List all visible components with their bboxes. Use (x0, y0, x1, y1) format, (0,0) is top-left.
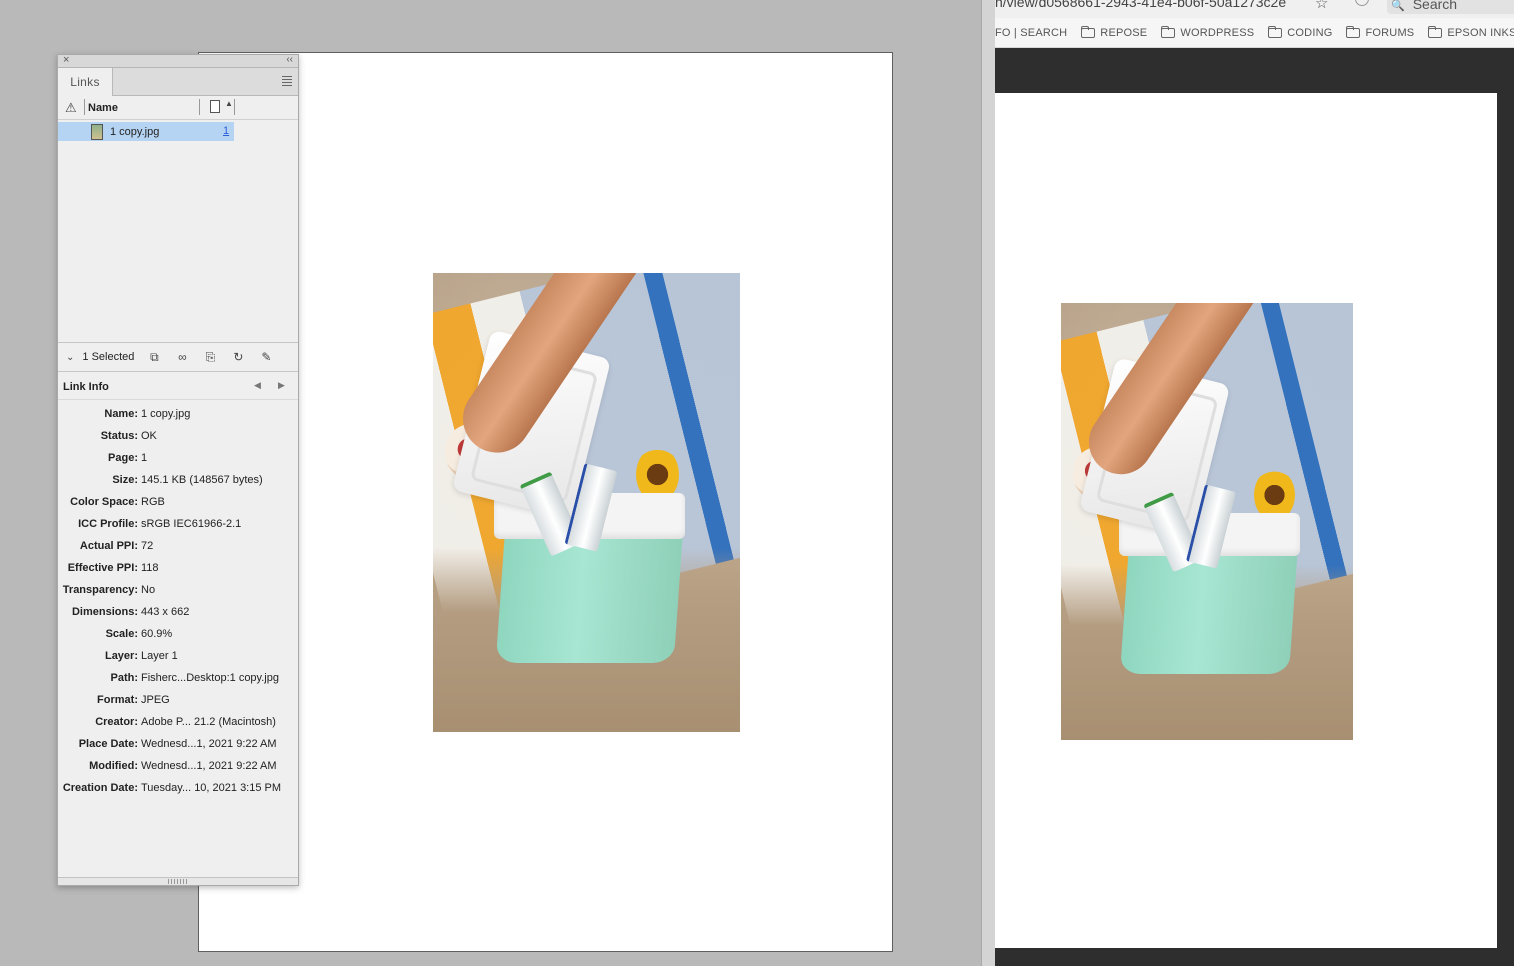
info-row-icc-profile: ICC Profile: sRGB IEC61966-2.1 (78, 518, 242, 530)
bookmark-fo-search[interactable]: FO | SEARCH (995, 27, 1067, 39)
info-row-path: Path: Fisherc...Desktop:1 copy.jpg (110, 672, 279, 684)
placed-image-cooler-photo[interactable] (433, 273, 740, 732)
window-divider (981, 0, 995, 966)
folder-icon (1161, 25, 1176, 38)
link-page-number[interactable]: 1 (223, 125, 229, 137)
go-to-link-icon[interactable]: ∞ (174, 350, 190, 364)
link-info-title: Link Info (63, 381, 109, 393)
links-list: 1 copy.jpg 1 (58, 120, 298, 342)
sort-arrow-icon[interactable]: ▲ (225, 99, 233, 108)
link-filename: 1 copy.jpg (110, 125, 160, 138)
bookmarks-bar: FO | SEARCH REPOSE WORDPRESS CODING FORU… (995, 18, 1514, 48)
panel-titlebar[interactable]: × ‹‹ (58, 54, 298, 68)
info-row-format: Format: JPEG (97, 694, 170, 706)
column-name-header[interactable]: Name (88, 102, 118, 114)
info-row-status: Status: OK (100, 430, 157, 442)
info-row-scale: Scale: 60.9% (105, 628, 173, 640)
collapse-panel-icon[interactable]: ‹‹ (286, 54, 293, 65)
column-separator (234, 99, 235, 115)
resize-grip-icon[interactable] (168, 879, 188, 884)
info-row-name: Name: 1 copy.jpg (104, 408, 191, 420)
info-row-page: Page: 1 (108, 452, 148, 464)
previous-link-icon[interactable]: ◀ (254, 380, 261, 391)
folder-icon (1346, 25, 1361, 38)
panel-menu-icon[interactable] (282, 76, 292, 88)
panel-resize-bar[interactable] (58, 877, 298, 885)
warning-icon[interactable]: ⚠ (65, 100, 77, 116)
bookmark-star-icon[interactable]: ☆ (1315, 0, 1328, 12)
folder-icon (1428, 25, 1443, 38)
bookmark-repose[interactable]: REPOSE (1081, 25, 1147, 39)
info-row-size: Size: 145.1 KB (148567 bytes) (112, 474, 263, 486)
history-icon[interactable] (1355, 0, 1369, 6)
edit-original-icon[interactable]: ✎ (258, 350, 274, 364)
url-text[interactable]: n/view/d0568661-2943-41e4-b06f-50a1273c2… (995, 0, 1286, 10)
info-row-creation-date: Creation Date: Tuesday... 10, 2021 3:15 P… (62, 782, 282, 794)
info-row-creator: Creator: Adobe P... 21.2 (Macintosh) (95, 716, 276, 728)
info-row-effective-ppi: Effective PPI: 118 (67, 562, 159, 574)
indesign-pasteboard: × ‹‹ Links ⚠ Name ▲ 1 copy.jpg 1 ⌄ 1 Sel… (0, 0, 981, 966)
folder-icon (1081, 25, 1096, 38)
update-link-icon[interactable]: ⎘ (202, 350, 218, 365)
indesign-document-page[interactable] (198, 52, 893, 952)
links-column-header: ⚠ Name ▲ (58, 96, 298, 120)
next-link-icon[interactable]: ▶ (278, 380, 285, 391)
browser-url-bar[interactable]: n/view/d0568661-2943-41e4-b06f-50a1273c2… (995, 0, 1514, 18)
tab-links[interactable]: Links (58, 68, 113, 96)
pdf-viewer-page[interactable] (995, 93, 1497, 948)
search-placeholder: Search (1412, 0, 1458, 12)
bookmark-forums[interactable]: FORUMS (1346, 25, 1414, 39)
bookmark-coding[interactable]: CODING (1268, 25, 1332, 39)
chevron-down-icon[interactable]: ⌄ (66, 352, 74, 363)
column-separator (199, 99, 200, 115)
info-row-modified: Modified: Wednesd...1, 2021 9:22 AM (89, 760, 277, 772)
link-row[interactable]: 1 copy.jpg 1 (58, 122, 234, 141)
page-icon[interactable] (210, 100, 220, 113)
browser-window: n/view/d0568661-2943-41e4-b06f-50a1273c2… (995, 0, 1514, 966)
column-separator (84, 99, 85, 115)
bookmark-wordpress[interactable]: WORDPRESS (1161, 25, 1254, 39)
pdf-image-cooler-photo (1061, 303, 1353, 740)
folder-icon (1268, 25, 1283, 38)
links-toolbar: ⌄ 1 Selected ⧉ ∞ ⎘ ↻ ✎ (58, 342, 298, 372)
info-row-dimensions: Dimensions: 443 x 662 (71, 606, 190, 618)
relink-from-folder-icon[interactable]: ⧉ (146, 350, 162, 365)
info-row-color-space: Color Space: RGB (70, 496, 165, 508)
refresh-icon[interactable]: ↻ (230, 350, 246, 364)
link-info-header: Link Info ◀ ▶ (58, 372, 298, 400)
panel-tabbar: Links (58, 68, 298, 96)
links-panel: × ‹‹ Links ⚠ Name ▲ 1 copy.jpg 1 ⌄ 1 Sel… (57, 54, 299, 886)
info-row-actual-ppi: Actual PPI: 72 (79, 540, 154, 552)
image-thumbnail-icon (91, 123, 103, 140)
close-panel-icon[interactable]: × (63, 54, 69, 66)
bookmark-epson-inks[interactable]: EPSON INKS (1428, 25, 1514, 39)
info-row-place-date: Place Date: Wednesd...1, 2021 9:22 AM (78, 738, 277, 750)
info-row-layer: Layer: Layer 1 (104, 650, 178, 662)
selection-count: 1 Selected (82, 351, 135, 363)
search-icon: 🔍 (1391, 0, 1405, 12)
search-input[interactable]: 🔍 Search (1387, 0, 1514, 14)
link-info-list: Name: 1 copy.jpg Status: OK Page: 1 Size: 14… (58, 400, 298, 799)
info-row-transparency: Transparency: No (62, 584, 156, 596)
